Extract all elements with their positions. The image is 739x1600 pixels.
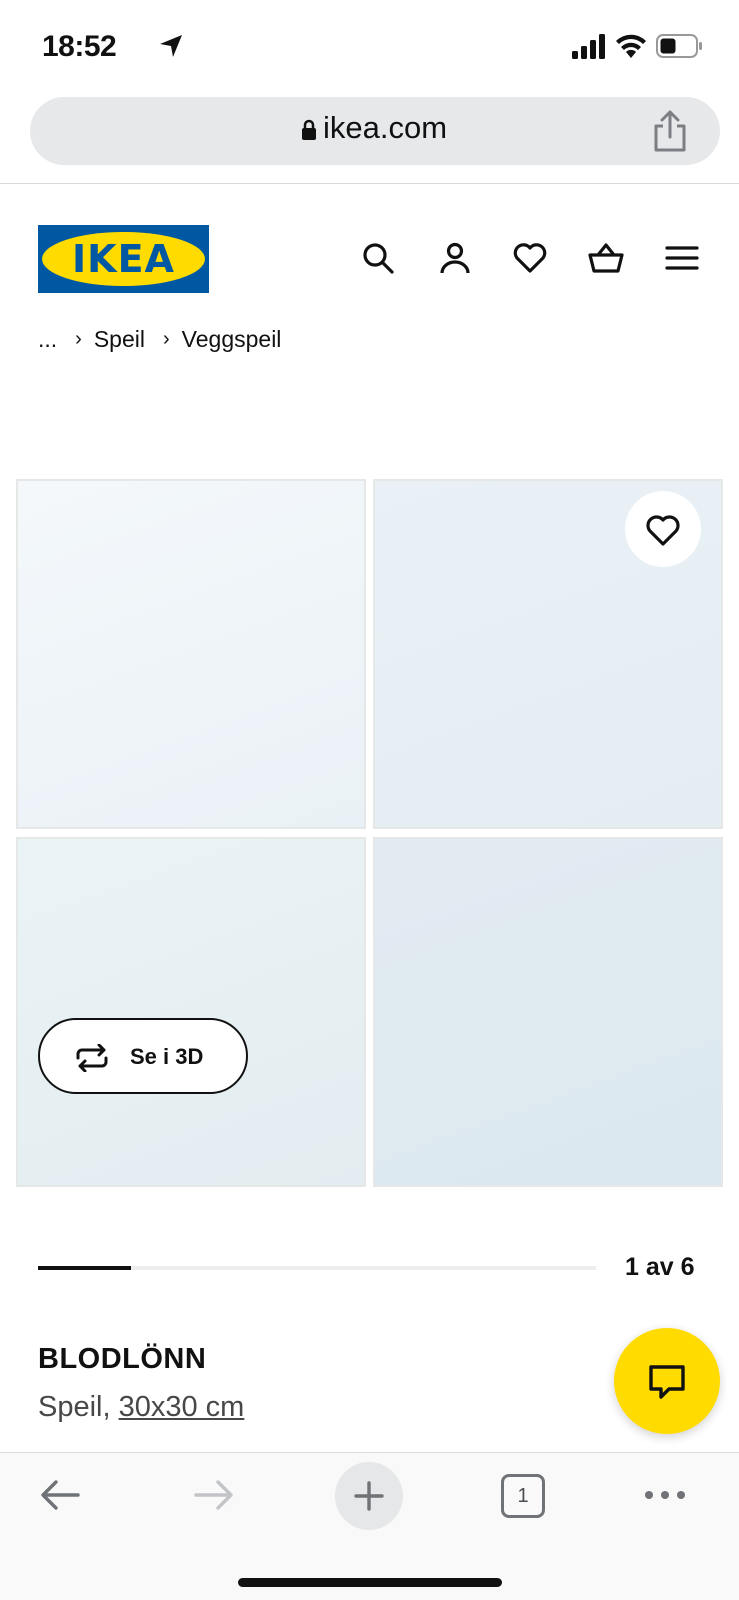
product-description: Speil, 30x30 cm — [38, 1391, 244, 1424]
favourite-button[interactable] — [625, 491, 701, 567]
forward-arrow-icon[interactable] — [190, 1471, 238, 1519]
chat-button[interactable] — [614, 1328, 720, 1434]
status-time: 18:52 — [42, 30, 117, 63]
mirror-tile — [373, 837, 723, 1187]
logo-text: IKEA — [72, 237, 175, 281]
menu-icon[interactable] — [664, 240, 700, 276]
chat-bubble-icon — [649, 1365, 685, 1399]
plus-icon — [354, 1481, 384, 1511]
toolbar-divider — [0, 183, 739, 184]
more-icon[interactable] — [641, 1471, 689, 1519]
wifi-icon — [616, 34, 646, 58]
image-progress-fill — [38, 1266, 132, 1270]
image-counter: 1 av 6 — [625, 1253, 695, 1281]
back-arrow-icon[interactable] — [36, 1471, 84, 1519]
new-tab-button[interactable] — [335, 1462, 403, 1530]
product-size-link[interactable]: 30x30 cm — [119, 1391, 245, 1423]
home-indicator — [238, 1578, 502, 1587]
breadcrumb: ... › Speil › Veggspeil — [38, 326, 281, 352]
ikea-logo[interactable]: IKEA — [38, 225, 209, 293]
heart-icon — [646, 515, 680, 546]
breadcrumb-item-veggspeil[interactable]: Veggspeil — [182, 326, 282, 352]
share-icon[interactable] — [650, 109, 690, 153]
mirror-tile — [16, 479, 366, 829]
url-text: ikea.com — [323, 110, 448, 145]
heart-icon[interactable] — [512, 240, 548, 276]
tabs-button[interactable]: 1 — [501, 1474, 545, 1518]
image-progress-track — [38, 1266, 596, 1270]
lock-icon — [302, 119, 316, 140]
basket-icon[interactable] — [588, 240, 624, 276]
browser-toolbar: 1 — [0, 1452, 739, 1600]
product-type: Speil, — [38, 1391, 111, 1423]
search-icon[interactable] — [360, 240, 396, 276]
view-3d-button[interactable]: Se i 3D — [38, 1018, 248, 1094]
mirror-tile — [16, 837, 366, 1187]
address-bar[interactable]: ikea.com — [30, 97, 720, 165]
breadcrumb-ellipsis[interactable]: ... — [38, 326, 57, 352]
rotate-3d-icon — [76, 1044, 108, 1072]
chevron-right-icon: › — [75, 328, 82, 350]
status-bar: 18:52 — [0, 0, 739, 95]
cellular-signal-icon — [572, 34, 605, 59]
battery-icon — [656, 34, 702, 58]
breadcrumb-item-speil[interactable]: Speil — [94, 326, 145, 352]
product-name: BLODLÖNN — [38, 1343, 207, 1375]
profile-icon[interactable] — [437, 240, 473, 276]
location-arrow-icon — [160, 35, 182, 57]
view-3d-label: Se i 3D — [130, 1044, 204, 1069]
chevron-right-icon: › — [163, 328, 170, 350]
